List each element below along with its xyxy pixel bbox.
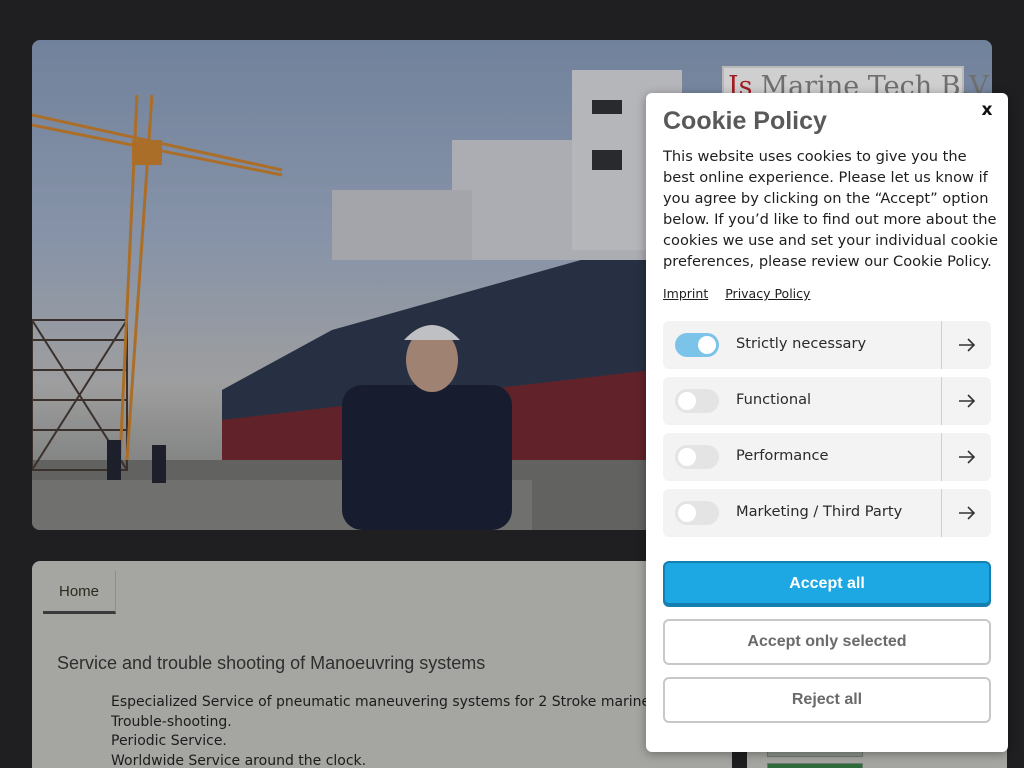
toggle-knob [698,336,716,354]
category-strictly-necessary: Strictly necessary [663,321,991,369]
accept-selected-button[interactable]: Accept only selected [663,619,991,665]
category-performance: Performance [663,433,991,481]
content-panel: Home Service and trouble shooting of Man… [32,561,732,768]
toggle-marketing[interactable] [675,501,719,525]
cookie-links: Imprint Privacy Policy [663,286,810,301]
category-label: Functional [736,391,812,408]
toggle-knob [678,392,696,410]
category-marketing: Marketing / Third Party [663,489,991,537]
toggle-functional[interactable] [675,389,719,413]
cookie-title: Cookie Policy [663,107,827,135]
reject-all-button[interactable]: Reject all [663,677,991,723]
list-item: Worldwide Service around the clock. [111,752,731,768]
category-label: Strictly necessary [736,335,867,352]
page-heading: Service and trouble shooting of Manoeuvr… [57,653,486,673]
arrow-right-icon[interactable] [942,377,991,425]
side-thumbnail[interactable] [767,763,863,768]
arrow-right-icon[interactable] [942,321,991,369]
toggle-knob [678,504,696,522]
category-label: Marketing / Third Party [736,503,903,520]
cookie-description: This website uses cookies to give you th… [663,148,998,270]
privacy-policy-link[interactable]: Privacy Policy [725,286,810,301]
arrow-right-icon[interactable] [942,433,991,481]
toggle-performance[interactable] [675,445,719,469]
imprint-link[interactable]: Imprint [663,286,708,301]
accept-all-button[interactable]: Accept all [663,561,991,607]
cookie-dialog: x Cookie Policy This website uses cookie… [646,93,1008,752]
category-label: Performance [736,447,829,464]
toggle-knob [678,448,696,466]
arrow-right-icon[interactable] [942,489,991,537]
list-item: Especialized Service of pneumatic maneuv… [111,693,731,713]
list-item: Trouble-shooting. [111,713,731,733]
list-item: Periodic Service. [111,732,731,752]
tab-home[interactable]: Home [43,571,116,614]
service-list: Especialized Service of pneumatic maneuv… [111,693,731,768]
close-icon[interactable]: x [976,99,998,121]
toggle-strictly-necessary[interactable] [675,333,719,357]
category-functional: Functional [663,377,991,425]
